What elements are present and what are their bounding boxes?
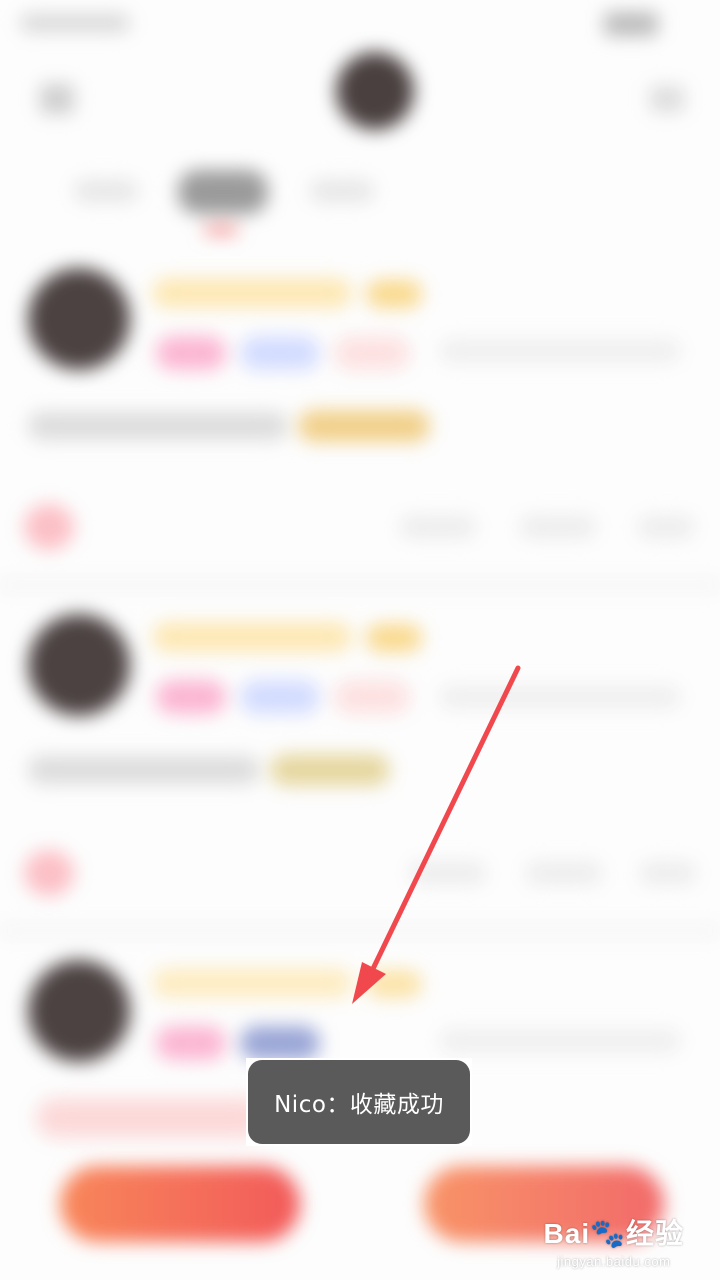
watermark-brand: Bai [543,1218,591,1249]
toast-message: Nico：收藏成功 [248,1060,470,1144]
paw-icon: 🐾 [590,1218,626,1249]
toast-text: Nico：收藏成功 [274,1092,444,1118]
watermark: Bai🐾经验 jingyan.baidu.com [544,1212,684,1269]
watermark-domain: jingyan.baidu.com [557,1254,671,1269]
watermark-suffix: 经验 [625,1218,684,1249]
